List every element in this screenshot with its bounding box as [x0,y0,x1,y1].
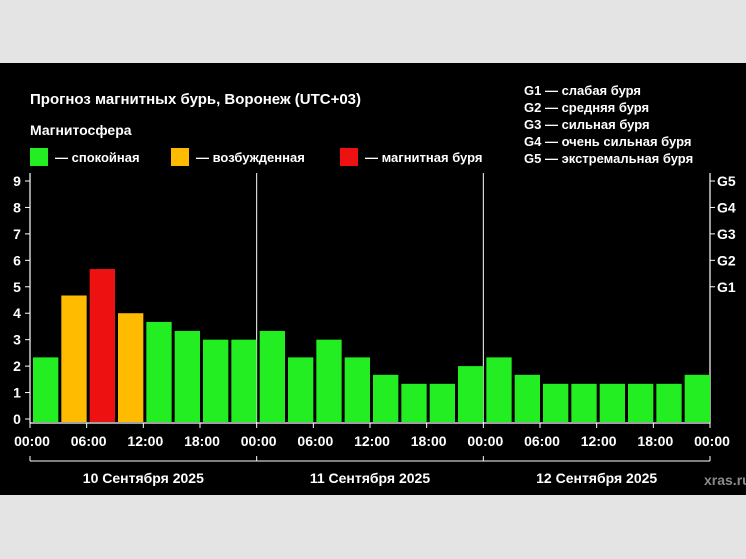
x-tick-label: 00:00 [241,433,277,449]
kp-bar [373,374,399,422]
legend-swatch-storm [340,148,358,166]
x-tick-label: 18:00 [637,433,673,449]
kp-bar [656,383,682,422]
g-tick-label: G2 [717,252,736,268]
legend-label-calm: — спокойная [55,150,140,165]
kp-bar [429,383,455,422]
kp-bar [61,295,87,422]
storm-scale-item: G5 — экстремальная буря [524,151,693,166]
y-tick-label: 1 [13,385,21,401]
x-tick-label: 12:00 [127,433,163,449]
x-tick-label: 18:00 [184,433,220,449]
storm-scale-item: G4 — очень сильная буря [524,134,691,149]
storm-scale-legend: G1 — слабая буря G2 — средняя буря G3 — си… [524,83,693,166]
kp-bar [344,357,370,422]
watermark: xras.ru [704,472,746,488]
kp-bar [628,383,654,422]
kp-bar [231,339,257,422]
kp-bar [543,383,569,422]
x-tick-label: 06:00 [297,433,333,449]
kp-bar [89,269,115,422]
legend-swatch-excited [171,148,189,166]
x-tick-label: 12:00 [581,433,617,449]
kp-bar [33,357,59,422]
g-tick-label: G1 [717,279,736,295]
kp-bar [288,357,314,422]
x-tick-label: 06:00 [524,433,560,449]
chart-panel: Прогноз магнитных бурь, Воронеж (UTC+03)… [0,63,746,495]
kp-bar [118,313,144,422]
y-tick-label: 4 [13,305,21,321]
kp-bar [599,383,625,422]
chart-title: Прогноз магнитных бурь, Воронеж (UTC+03) [30,91,361,108]
y-tick-label: 5 [13,279,21,295]
y-tick-label: 7 [13,226,21,242]
x-tick-label: 18:00 [411,433,447,449]
day-label: 12 Сентября 2025 [536,470,657,486]
legend-swatch-calm [30,148,48,166]
kp-bar [174,330,200,422]
kp-bar [458,366,484,422]
kp-bar [401,383,427,422]
day-label: 11 Сентября 2025 [310,470,430,486]
y-tick-label: 0 [13,411,21,427]
y-tick-label: 2 [13,358,21,374]
g-tick-label: G5 [717,173,736,189]
kp-bar [146,321,172,422]
x-tick-label: 06:00 [71,433,107,449]
kp-bar [571,383,597,422]
y-tick-label: 6 [13,252,21,268]
day-label: 10 Сентября 2025 [83,470,204,486]
legend-label-storm: — магнитная буря [365,150,482,165]
kp-bar [486,357,512,422]
kp-bar [514,374,540,422]
x-tick-label: 00:00 [467,433,503,449]
legend-title: Магнитосфера [30,122,132,138]
kp-forecast-chart: Прогноз магнитных бурь, Воронеж (UTC+03)… [13,83,746,488]
y-tick-label: 9 [13,173,21,189]
storm-scale-item: G3 — сильная буря [524,117,650,132]
legend-label-excited: — возбужденная [196,150,305,165]
storm-scale-item: G2 — средняя буря [524,100,649,115]
x-tick-label: 12:00 [354,433,390,449]
x-tick-label: 00:00 [694,433,730,449]
legend: — спокойная — возбужденная — магнитная бур… [30,148,482,166]
plot-area: 0 1 2 3 4 5 6 7 8 9 G1 G2 G3 G4 G5 00:00 06:00 12:00 18:00… [13,173,736,486]
kp-bar [316,339,342,422]
g-tick-label: G3 [717,226,736,242]
x-tick-label: 00:00 [14,433,50,449]
y-tick-label: 3 [13,332,21,348]
kp-bar [259,330,285,422]
storm-scale-item: G1 — слабая буря [524,83,641,98]
y-tick-label: 8 [13,199,21,215]
g-tick-label: G4 [717,199,736,215]
kp-bar [684,374,710,422]
kp-bar [203,339,229,422]
